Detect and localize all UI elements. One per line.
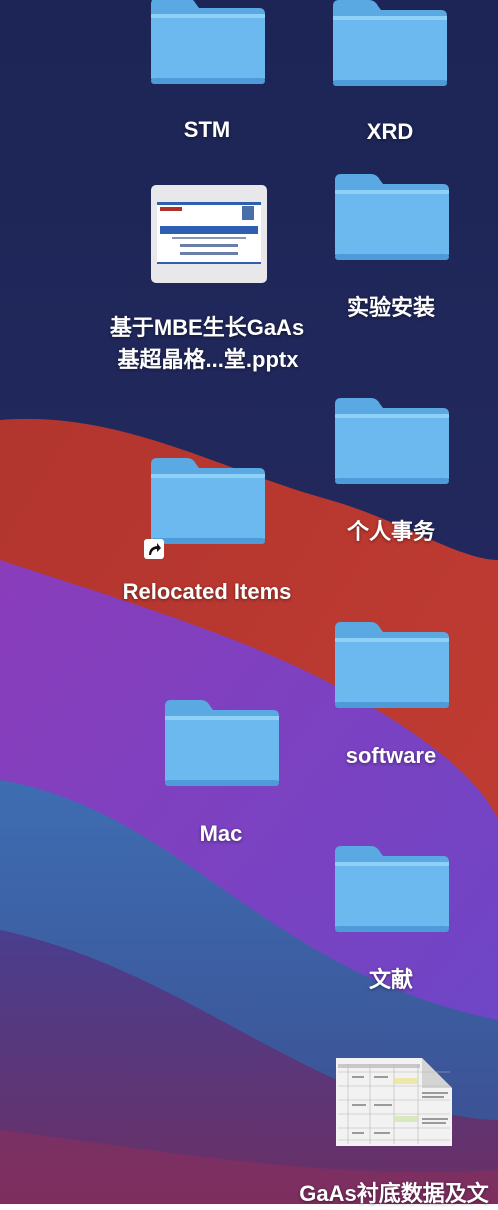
spreadsheet-document-icon — [336, 1058, 452, 1146]
desktop-item-label: 个人事务 — [346, 519, 436, 544]
folder-icon — [333, 0, 447, 86]
desktop-item-label: STM — [183, 117, 231, 142]
folder-icon — [151, 458, 265, 544]
alias-arrow-icon — [144, 539, 164, 559]
folder-icon — [151, 0, 265, 84]
folder-icon — [335, 398, 449, 484]
folder-icon — [335, 622, 449, 708]
folder-icon — [335, 846, 449, 932]
folder-icon — [165, 700, 279, 786]
desktop-item-label: XRD — [366, 119, 414, 144]
desktop-item-label: Mac — [199, 821, 243, 846]
desktop-item-label-line2: 基超晶格...堂.pptx — [117, 347, 299, 372]
desktop-item-label-line1: 基于MBE生长GaAs — [109, 315, 305, 340]
desktop-item-label: 实验安装 — [346, 295, 436, 320]
desktop-item-label: GaAs衬底数据及文 — [299, 1181, 489, 1206]
presentation-thumbnail-icon — [151, 185, 267, 283]
desktop-item-label: Relocated Items — [122, 579, 292, 604]
folder-icon — [335, 174, 449, 260]
desktop-item-label: 文献 — [368, 967, 414, 992]
desktop-item-label: software — [345, 743, 437, 768]
